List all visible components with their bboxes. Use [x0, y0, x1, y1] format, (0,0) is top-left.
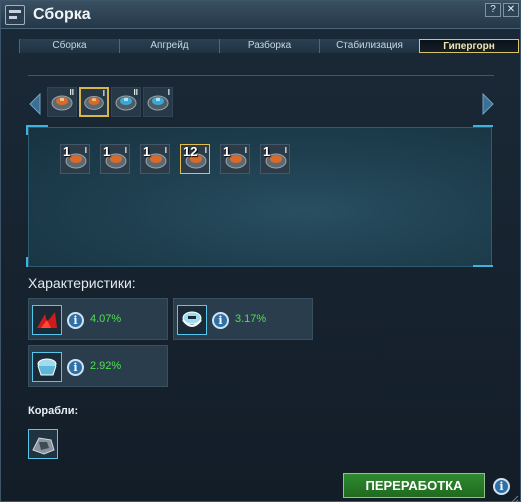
category-item[interactable]: II: [111, 87, 141, 117]
info-icon[interactable]: i: [212, 312, 229, 329]
panel-corner: [26, 257, 28, 267]
tier-label: II: [133, 88, 138, 97]
tier-label: I: [284, 146, 287, 155]
category-item[interactable]: II: [47, 87, 77, 117]
module-item[interactable]: 1 I: [260, 144, 290, 174]
tier-label: I: [164, 146, 167, 155]
tab-stabilization[interactable]: Стабилизация: [319, 39, 419, 53]
window-icon: [5, 5, 25, 25]
stat-value: 4.07%: [90, 313, 122, 325]
module-count: 1: [143, 144, 151, 159]
panel-corner: [26, 125, 48, 135]
module-count: 1: [263, 144, 271, 159]
stat-card: i 2.92%: [28, 345, 168, 387]
stat-card: i 3.17%: [173, 298, 313, 340]
tier-label: II: [69, 88, 74, 97]
module-item[interactable]: 1 I: [100, 144, 130, 174]
title-bar[interactable]: Сборка ? ✕: [1, 1, 520, 29]
module-count: 1: [63, 144, 71, 159]
tab-hypergorn[interactable]: Гипергорн: [419, 39, 519, 53]
tab-assembly[interactable]: Сборка: [19, 39, 119, 53]
tier-label: I: [244, 146, 247, 155]
module-list: 1 I 1 I 1 I 12 I 1 I 1 I: [60, 144, 290, 174]
tier-label: I: [124, 146, 127, 155]
tier-label: I: [102, 89, 105, 98]
assembly-window: Сборка ? ✕ Сборка Апгрейд Разборка Стаби…: [0, 0, 521, 502]
panel-corner: [473, 125, 493, 127]
info-icon[interactable]: i: [67, 312, 84, 329]
module-count: 1: [103, 144, 111, 159]
category-item-selected[interactable]: I: [79, 87, 109, 117]
scroll-right-arrow-icon[interactable]: [482, 93, 494, 115]
hull-stat-icon: [32, 352, 62, 382]
red-damage-icon: [32, 305, 62, 335]
process-button[interactable]: ПЕРЕРАБОТКА: [343, 473, 485, 498]
ships-title: Корабли:: [28, 405, 79, 417]
resize-handle-icon[interactable]: [509, 491, 519, 502]
shield-stat-icon: [177, 305, 207, 335]
stat-value: 3.17%: [235, 313, 267, 325]
tab-upgrade[interactable]: Апгрейд: [119, 39, 219, 53]
stat-value: 2.92%: [90, 360, 122, 372]
tier-label: I: [84, 146, 87, 155]
module-item-selected[interactable]: 12 I: [180, 144, 210, 174]
info-icon[interactable]: i: [67, 359, 84, 376]
module-count: 12: [183, 144, 198, 159]
stat-card: i 4.07%: [28, 298, 168, 340]
module-item[interactable]: 1 I: [140, 144, 170, 174]
tab-disassembly[interactable]: Разборка: [219, 39, 319, 53]
tier-label: I: [204, 146, 207, 155]
info-icon[interactable]: i: [493, 478, 510, 495]
ship-item[interactable]: [28, 429, 58, 459]
category-item[interactable]: I: [143, 87, 173, 117]
ship-icon: [32, 437, 55, 455]
window-title: Сборка: [33, 6, 91, 23]
panel-corner: [473, 265, 493, 267]
help-button[interactable]: ?: [485, 3, 501, 17]
characteristics-title: Характеристики:: [28, 275, 136, 291]
category-strip: II I II I: [47, 87, 173, 117]
module-item[interactable]: 1 I: [220, 144, 250, 174]
tier-label: I: [167, 88, 170, 97]
scroll-left-arrow-icon[interactable]: [29, 93, 41, 115]
module-item[interactable]: 1 I: [60, 144, 90, 174]
divider: [28, 75, 494, 76]
close-button[interactable]: ✕: [503, 3, 519, 17]
module-count: 1: [223, 144, 231, 159]
tab-bar: Сборка Апгрейд Разборка Стабилизация Гип…: [19, 39, 519, 53]
